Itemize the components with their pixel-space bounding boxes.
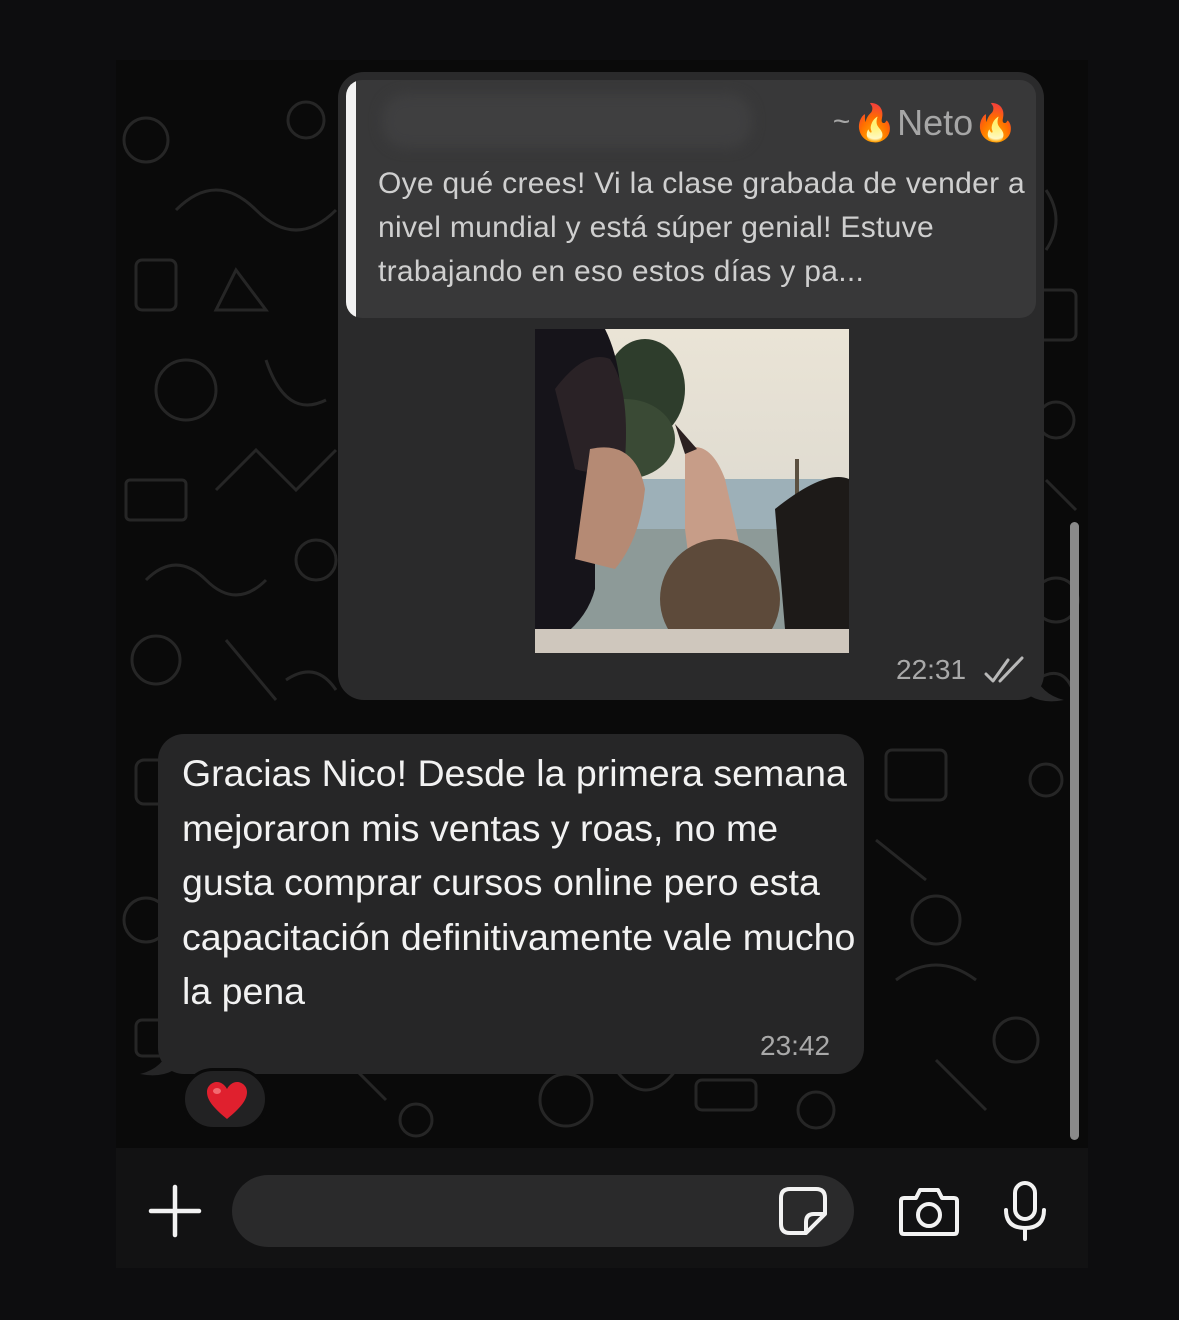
blurred-phone-number (382, 94, 752, 148)
quote-author-name: Neto (897, 102, 974, 143)
quote-accent-bar (346, 80, 356, 318)
heart-icon (207, 1082, 247, 1119)
camera-icon[interactable] (898, 1184, 960, 1238)
message-time: 22:31 (896, 654, 967, 685)
bubble-tail (140, 1046, 174, 1076)
scrollbar[interactable] (1070, 522, 1079, 1140)
fire-emoji: 🔥 (852, 102, 898, 143)
message-input[interactable] (232, 1175, 854, 1247)
bubble-tail (1030, 672, 1064, 702)
quote-author-prefix: ~ (832, 105, 851, 138)
reaction-badge[interactable] (182, 1068, 268, 1130)
quoted-message[interactable]: ~🔥Neto🔥 Oye qué crees! Vi la clase graba… (346, 80, 1036, 318)
message-time: 23:42 (760, 1030, 831, 1061)
sticker-icon[interactable] (778, 1186, 828, 1236)
fire-emoji: 🔥 (973, 102, 1018, 143)
message-photo[interactable] (535, 329, 849, 653)
message-text: Gracias Nico! Desde la primera semana me… (182, 752, 856, 1012)
microphone-icon[interactable] (1000, 1180, 1050, 1242)
quote-author: ~🔥Neto🔥 (833, 102, 1018, 144)
double-check-icon (984, 656, 1024, 683)
plus-icon[interactable] (148, 1184, 202, 1238)
quote-text: Oye qué crees! Vi la clase grabada de ve… (378, 167, 1025, 288)
